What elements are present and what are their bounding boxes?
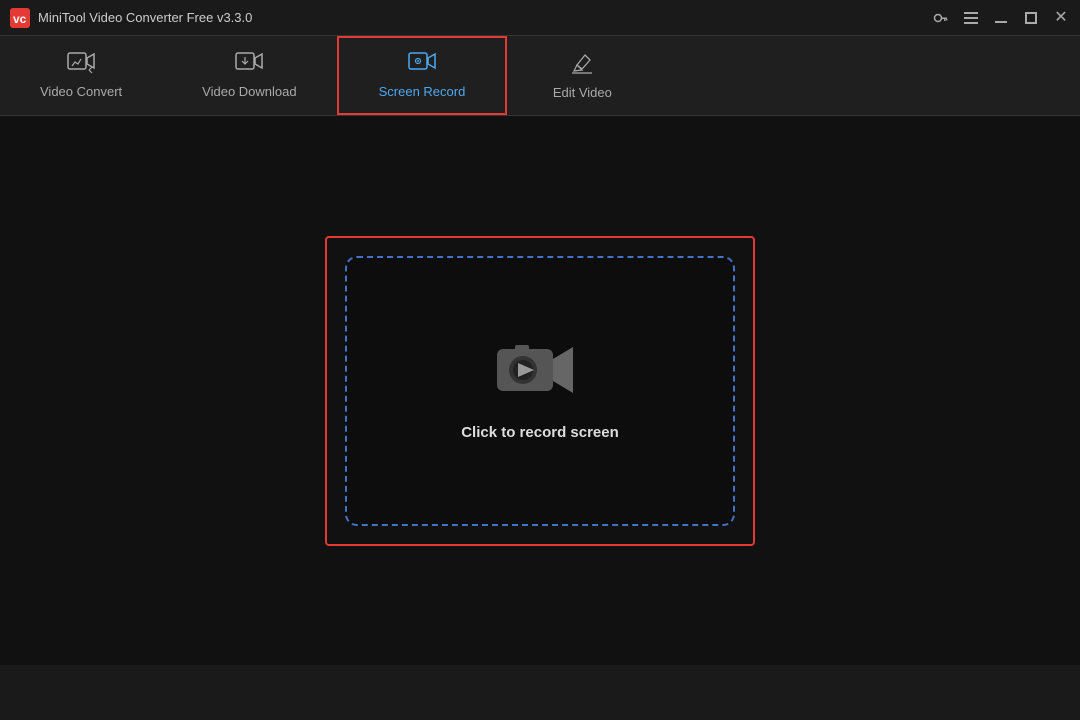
close-button[interactable]: ✕ <box>1052 9 1070 27</box>
app-logo-icon: vc <box>10 8 30 28</box>
maximize-icon <box>1025 12 1037 24</box>
tab-video-download-label: Video Download <box>202 84 296 99</box>
hamburger-menu-icon[interactable] <box>962 9 980 27</box>
minimize-button[interactable] <box>992 9 1010 27</box>
record-outer-box: Click to record screen <box>325 236 755 546</box>
close-icon: ✕ <box>1054 10 1067 26</box>
tab-screen-record-label: Screen Record <box>379 84 466 99</box>
maximize-button[interactable] <box>1022 9 1040 27</box>
app-title: MiniTool Video Converter Free v3.3.0 <box>38 10 932 25</box>
window-controls: ✕ <box>932 9 1070 27</box>
tab-edit-video-label: Edit Video <box>553 85 612 100</box>
title-bar: vc MiniTool Video Converter Free v3.3.0 <box>0 0 1080 36</box>
key-icon[interactable] <box>932 9 950 27</box>
tab-video-convert[interactable]: Video Convert <box>0 36 162 115</box>
svg-text:vc: vc <box>13 12 27 26</box>
video-convert-icon <box>67 52 95 78</box>
nav-tabs: Video Convert Video Download Screen Reco… <box>0 36 1080 116</box>
tab-video-download[interactable]: Video Download <box>162 36 336 115</box>
tab-video-convert-label: Video Convert <box>40 84 122 99</box>
record-prompt-text: Click to record screen <box>461 424 619 441</box>
minimize-icon <box>995 21 1007 23</box>
video-download-icon <box>235 52 263 78</box>
menu-lines <box>964 12 978 24</box>
edit-video-icon <box>569 51 595 79</box>
main-content: Click to record screen <box>0 116 1080 665</box>
tab-screen-record[interactable]: Screen Record <box>337 36 508 115</box>
record-camera-icon <box>495 341 585 406</box>
record-click-area[interactable]: Click to record screen <box>345 256 735 526</box>
screen-record-icon <box>408 52 436 78</box>
tab-edit-video[interactable]: Edit Video <box>507 36 657 115</box>
